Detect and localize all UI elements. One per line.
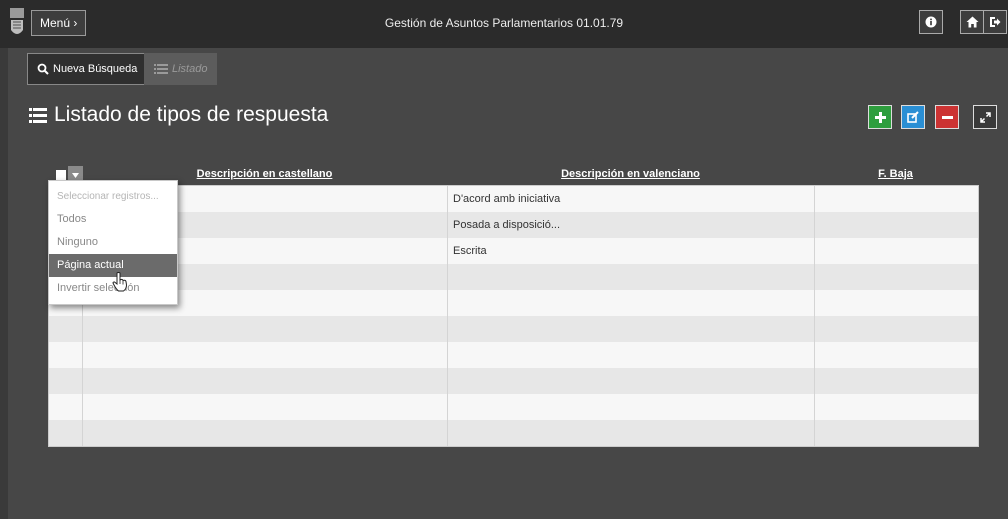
table-row[interactable] [49, 420, 978, 446]
minus-icon [941, 115, 953, 119]
expand-button[interactable] [973, 105, 997, 129]
cell-valenciano [448, 316, 815, 342]
cell-fecha-baja [815, 264, 978, 290]
cell-valenciano [448, 368, 815, 394]
cell-fecha-baja [815, 238, 978, 264]
edit-button[interactable] [901, 105, 925, 129]
cell-fecha-baja [815, 342, 978, 368]
cell-castellano [83, 394, 448, 420]
cell-fecha-baja [815, 212, 978, 238]
app-title: Gestión de Asuntos Parlamentarios 01.01.… [384, 16, 624, 30]
cell-valenciano [448, 290, 815, 316]
column-header-valenciano[interactable]: Descripción en valenciano [447, 168, 814, 180]
cell-fecha-baja [815, 368, 978, 394]
top-bar: Menú › Gestión de Asuntos Parlamentarios… [0, 0, 1008, 48]
table-row[interactable]: Posada a disposició... [49, 212, 978, 238]
cell-valenciano [448, 264, 815, 290]
page-title: Listado de tipos de respuesta [29, 103, 328, 127]
info-button[interactable] [919, 10, 943, 34]
menu-item-todos[interactable]: Todos [49, 208, 177, 231]
table-header: Descripción en castellano Descripción en… [48, 166, 979, 185]
table-row[interactable] [49, 316, 978, 342]
cell-fecha-baja [815, 394, 978, 420]
column-header-castellano[interactable]: Descripción en castellano [82, 168, 447, 180]
cell-fecha-baja [815, 186, 978, 212]
logout-icon [990, 17, 1001, 27]
home-icon [966, 16, 978, 28]
table-body: D'acord amb iniciativa Posada a disposic… [48, 185, 979, 447]
cell-fecha-baja [815, 290, 978, 316]
row-select-cell[interactable] [49, 420, 83, 446]
tab-label: Listado [172, 63, 208, 75]
cell-valenciano [448, 342, 815, 368]
table-row[interactable] [49, 368, 978, 394]
expand-icon [979, 111, 991, 123]
table-row[interactable]: Escrita [49, 238, 978, 264]
cell-valenciano: D'acord amb iniciativa [448, 186, 815, 212]
table-row[interactable]: D'acord amb iniciativa [49, 186, 978, 212]
hand-cursor-icon [112, 272, 128, 292]
cell-valenciano: Posada a disposició... [448, 212, 815, 238]
results-table: Descripción en castellano Descripción en… [48, 166, 979, 447]
table-row[interactable] [49, 342, 978, 368]
table-row[interactable] [49, 394, 978, 420]
chevron-down-icon [72, 173, 79, 178]
cell-fecha-baja [815, 316, 978, 342]
column-header-fecha-baja[interactable]: F. Baja [814, 168, 977, 180]
cell-valenciano: Escrita [448, 238, 815, 264]
menu-item-ninguno[interactable]: Ninguno [49, 231, 177, 254]
cell-castellano [83, 368, 448, 394]
tab-listado[interactable]: Listado [144, 53, 218, 85]
list-icon [154, 64, 168, 74]
menu-item-seleccionar-registros: Seleccionar registros... [57, 191, 159, 202]
search-icon [37, 63, 49, 75]
add-button[interactable] [868, 105, 892, 129]
cell-castellano [83, 316, 448, 342]
table-row[interactable] [49, 264, 978, 290]
row-select-cell[interactable] [49, 316, 83, 342]
row-select-cell[interactable] [49, 394, 83, 420]
table-row[interactable] [49, 290, 978, 316]
logout-button[interactable] [983, 10, 1007, 34]
plus-icon [874, 111, 886, 123]
list-icon [29, 107, 47, 123]
edit-icon [907, 111, 919, 123]
tab-label: Nueva Búsqueda [53, 63, 138, 75]
tab-nueva-busqueda[interactable]: Nueva Búsqueda [27, 53, 148, 85]
row-select-cell[interactable] [49, 342, 83, 368]
cell-castellano [83, 342, 448, 368]
row-select-cell[interactable] [49, 368, 83, 394]
cell-valenciano [448, 394, 815, 420]
page-title-text: Listado de tipos de respuesta [54, 103, 329, 126]
cell-castellano [83, 420, 448, 446]
info-icon [925, 16, 937, 28]
delete-button[interactable] [935, 105, 959, 129]
home-button[interactable] [960, 10, 984, 34]
cell-fecha-baja [815, 420, 978, 446]
cell-valenciano [448, 420, 815, 446]
select-all-checkbox[interactable] [56, 170, 66, 180]
main-content: Nueva Búsqueda Listado Listado de tipos … [8, 48, 1008, 519]
